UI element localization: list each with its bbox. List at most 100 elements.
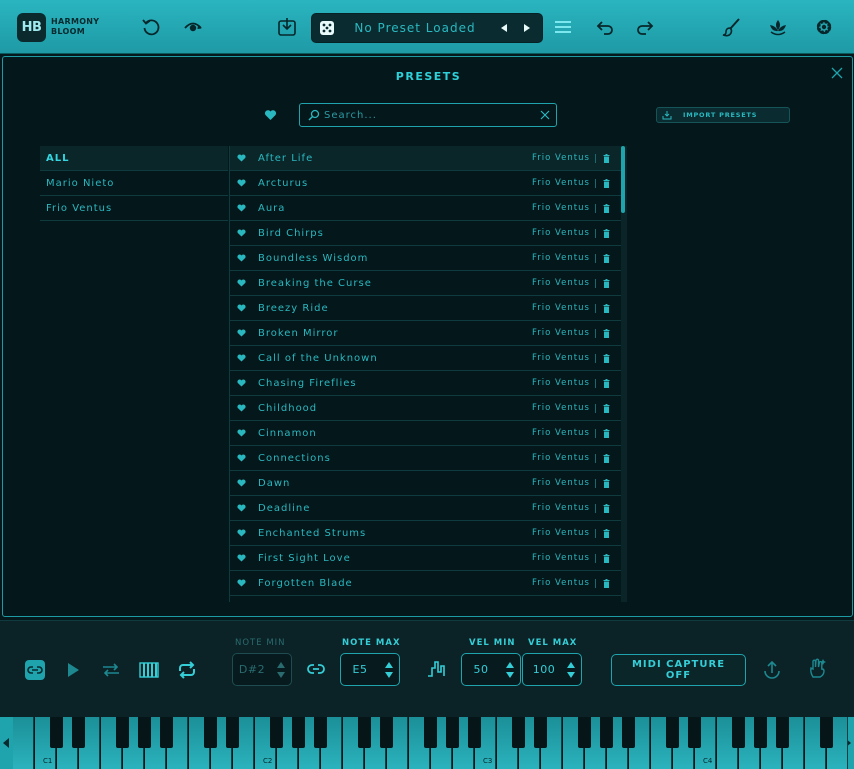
swap-icon[interactable]: [100, 659, 122, 681]
preset-row[interactable]: Dawn Frio Ventus: [230, 471, 621, 496]
delete-trash-icon[interactable]: [603, 204, 610, 213]
delete-trash-icon[interactable]: [603, 504, 610, 513]
delete-trash-icon[interactable]: [603, 429, 610, 438]
black-key[interactable]: [776, 717, 789, 748]
black-key[interactable]: [160, 717, 173, 748]
preset-row[interactable]: Enchanted Strums Frio Ventus: [230, 521, 621, 546]
preset-menu-icon[interactable]: [552, 16, 574, 38]
black-key[interactable]: [446, 717, 459, 748]
undo-icon[interactable]: [594, 16, 616, 38]
note-max-stepper[interactable]: E5: [340, 653, 400, 686]
preset-row[interactable]: Call of the Unknown Frio Ventus: [230, 346, 621, 371]
favorite-heart-icon[interactable]: [237, 529, 246, 537]
favorite-heart-icon[interactable]: [237, 429, 246, 437]
save-preset-icon[interactable]: [276, 16, 298, 38]
preset-row[interactable]: First Sight Love Frio Ventus: [230, 546, 621, 571]
black-key[interactable]: [116, 717, 129, 748]
delete-trash-icon[interactable]: [603, 254, 610, 263]
black-key[interactable]: [622, 717, 635, 748]
delete-trash-icon[interactable]: [603, 554, 610, 563]
preset-row[interactable]: Forgotten Blade Frio Ventus: [230, 571, 621, 596]
vel-min-stepper[interactable]: 50: [461, 653, 521, 686]
black-key[interactable]: [754, 717, 767, 748]
redo-icon[interactable]: [634, 16, 656, 38]
black-key[interactable]: [204, 717, 217, 748]
black-key[interactable]: [314, 717, 327, 748]
stepper-arrows-icon[interactable]: [276, 659, 286, 681]
delete-trash-icon[interactable]: [603, 379, 610, 388]
favorite-heart-icon[interactable]: [237, 229, 246, 237]
black-key[interactable]: [380, 717, 393, 748]
import-presets-button[interactable]: IMPORT PRESETS: [656, 107, 790, 123]
drag-hand-icon[interactable]: [806, 657, 828, 679]
stepper-arrows-icon[interactable]: [384, 659, 394, 681]
delete-trash-icon[interactable]: [603, 354, 610, 363]
black-key[interactable]: [600, 717, 613, 748]
black-key[interactable]: [732, 717, 745, 748]
preset-row[interactable]: Childhood Frio Ventus: [230, 396, 621, 421]
favorite-heart-icon[interactable]: [237, 304, 246, 312]
vel-max-stepper[interactable]: 100: [522, 653, 582, 686]
favorite-heart-icon[interactable]: [237, 579, 246, 587]
black-key[interactable]: [50, 717, 63, 748]
dice-icon[interactable]: [319, 20, 335, 36]
favorite-heart-icon[interactable]: [237, 279, 246, 287]
bloom-logo-icon[interactable]: [767, 16, 789, 38]
delete-trash-icon[interactable]: [603, 279, 610, 288]
white-key[interactable]: [13, 717, 34, 769]
search-box[interactable]: [299, 103, 557, 127]
piano-keyboard[interactable]: C1 C2 C3 C4: [0, 717, 854, 769]
previous-preset-icon[interactable]: [498, 22, 510, 34]
favorites-filter-heart-icon[interactable]: [264, 109, 277, 121]
author-item[interactable]: ALL: [40, 146, 228, 171]
delete-trash-icon[interactable]: [603, 154, 610, 163]
preset-row[interactable]: Boundless Wisdom Frio Ventus: [230, 246, 621, 271]
link-note-range-icon[interactable]: [305, 658, 327, 680]
keyboard-scroll-left[interactable]: [0, 717, 13, 769]
favorite-heart-icon[interactable]: [237, 179, 246, 187]
preset-row[interactable]: Breaking the Curse Frio Ventus: [230, 271, 621, 296]
stepper-arrows-icon[interactable]: [566, 659, 576, 681]
black-key[interactable]: [534, 717, 547, 748]
favorite-heart-icon[interactable]: [237, 479, 246, 487]
black-key[interactable]: [468, 717, 481, 748]
link-toggle-icon[interactable]: [24, 659, 46, 681]
black-key[interactable]: [138, 717, 151, 748]
favorite-heart-icon[interactable]: [237, 379, 246, 387]
favorite-heart-icon[interactable]: [237, 329, 246, 337]
author-item[interactable]: Mario Nieto: [40, 171, 228, 196]
next-preset-icon[interactable]: [521, 22, 533, 34]
delete-trash-icon[interactable]: [603, 404, 610, 413]
favorite-heart-icon[interactable]: [237, 254, 246, 262]
favorite-heart-icon[interactable]: [237, 554, 246, 562]
preset-row[interactable]: Breezy Ride Frio Ventus: [230, 296, 621, 321]
delete-trash-icon[interactable]: [603, 229, 610, 238]
scrollbar-thumb[interactable]: [621, 146, 625, 213]
close-icon[interactable]: [830, 66, 844, 80]
delete-trash-icon[interactable]: [603, 179, 610, 188]
preset-row[interactable]: Cinnamon Frio Ventus: [230, 421, 621, 446]
black-key[interactable]: [292, 717, 305, 748]
delete-trash-icon[interactable]: [603, 304, 610, 313]
delete-trash-icon[interactable]: [603, 529, 610, 538]
favorite-heart-icon[interactable]: [237, 404, 246, 412]
preset-row[interactable]: Deadline Frio Ventus: [230, 496, 621, 521]
favorite-heart-icon[interactable]: [237, 354, 246, 362]
brush-icon[interactable]: [721, 16, 743, 38]
black-key[interactable]: [578, 717, 591, 748]
reset-icon[interactable]: [140, 16, 162, 38]
piano-keys-icon[interactable]: [138, 659, 160, 681]
preset-list-scrollbar[interactable]: [621, 146, 627, 602]
favorite-heart-icon[interactable]: [237, 504, 246, 512]
black-key[interactable]: [358, 717, 371, 748]
delete-trash-icon[interactable]: [603, 479, 610, 488]
preset-selector[interactable]: No Preset Loaded: [311, 13, 543, 43]
black-key[interactable]: [226, 717, 239, 748]
delete-trash-icon[interactable]: [603, 329, 610, 338]
preset-row[interactable]: Chasing Fireflies Frio Ventus: [230, 371, 621, 396]
settings-gear-icon[interactable]: [813, 16, 835, 38]
favorite-heart-icon[interactable]: [237, 154, 246, 162]
delete-trash-icon[interactable]: [603, 454, 610, 463]
preset-row[interactable]: [230, 596, 621, 602]
delete-trash-icon[interactable]: [603, 579, 610, 588]
